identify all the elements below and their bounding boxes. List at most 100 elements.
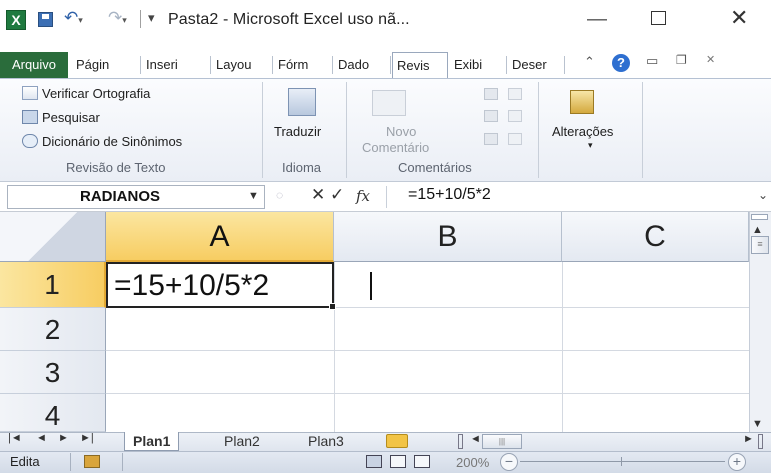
row-header-4[interactable]: 4 (0, 394, 106, 432)
scroll-right-icon[interactable]: ► (743, 433, 754, 445)
undo-icon[interactable]: ↶▾ (64, 8, 83, 28)
research-button[interactable]: Pesquisar (22, 110, 100, 125)
group-separator (642, 82, 643, 178)
spell-check-icon (22, 86, 38, 100)
maximize-button[interactable] (651, 11, 666, 25)
scroll-left-icon[interactable]: ◄ (470, 433, 481, 445)
save-icon[interactable] (38, 12, 53, 27)
name-box-dropdown-icon[interactable]: ▼ (248, 190, 259, 202)
tab-formulas[interactable]: Fórm (274, 52, 332, 78)
scroll-down-icon[interactable]: ▼ (752, 418, 763, 430)
row-header-2[interactable]: 2 (0, 308, 106, 351)
status-separator (122, 453, 123, 471)
translate-icon[interactable] (288, 88, 316, 116)
formula-bar-separator (386, 186, 387, 208)
column-header-c[interactable]: C (562, 212, 749, 262)
sheet-row (106, 351, 749, 394)
show-comment-icon (508, 88, 522, 100)
status-mode: Edita (10, 454, 40, 469)
column-gridline (334, 262, 335, 432)
tab-separator (332, 56, 333, 74)
minimize-ribbon-icon[interactable]: ⌃ (584, 54, 595, 70)
close-button[interactable]: ✕ (730, 5, 748, 31)
research-label: Pesquisar (42, 110, 100, 125)
row-header-1[interactable]: 1 (0, 262, 106, 308)
last-sheet-icon[interactable]: ►| (80, 432, 94, 444)
status-separator (70, 453, 71, 471)
tab-developer[interactable]: Deser (508, 52, 564, 78)
new-comment-icon (372, 90, 406, 116)
page-layout-view-icon[interactable] (390, 455, 406, 468)
next-sheet-icon[interactable]: ► (58, 432, 69, 444)
workbook-minimize-icon[interactable]: ▭ (646, 53, 658, 69)
thesaurus-icon (22, 134, 38, 148)
sheet-row (106, 308, 749, 351)
zoom-slider-thumb[interactable] (621, 457, 622, 466)
vertical-scroll-thumb[interactable]: ≡ (751, 236, 769, 254)
group-label-language: Idioma (282, 160, 322, 175)
customize-quick-access-icon[interactable]: ▾ (148, 10, 155, 26)
active-cell-a1[interactable]: =15+10/5*2 (106, 262, 334, 308)
tab-insert[interactable]: Inseri (142, 52, 210, 78)
normal-view-icon[interactable] (366, 455, 382, 468)
workbook-restore-icon[interactable]: ❐ (676, 53, 687, 67)
workbook-close-icon[interactable]: ✕ (706, 53, 715, 66)
quick-access-separator (140, 10, 141, 28)
sheet-tab-plan1[interactable]: Plan1 (124, 432, 180, 451)
tab-page[interactable]: Págin (72, 52, 140, 78)
select-all-corner[interactable] (0, 212, 106, 262)
protect-changes-icon[interactable] (570, 90, 594, 114)
horizontal-scroll-thumb[interactable]: ||| (482, 434, 522, 449)
sheet-tab-plan2[interactable]: Plan2 (224, 432, 260, 451)
row-header-3[interactable]: 3 (0, 351, 106, 394)
tab-split-handle[interactable] (458, 434, 463, 449)
tab-separator (210, 56, 211, 74)
sheet-row (106, 394, 749, 432)
column-header-a[interactable]: A (106, 212, 334, 262)
window-title: Pasta2 - Microsoft Excel uso nã... (168, 11, 410, 28)
column-header-b[interactable]: B (334, 212, 562, 262)
new-comment-label-2: Comentário (362, 140, 430, 155)
formula-bar-grip-icon[interactable]: ◌ (276, 188, 283, 202)
help-icon[interactable]: ? (612, 54, 630, 72)
changes-dropdown-icon[interactable]: ▾ (588, 140, 593, 151)
spell-check-button[interactable]: Verificar Ortografia (22, 86, 150, 101)
tab-review[interactable]: Revis (392, 52, 448, 79)
insert-sheet-icon[interactable] (386, 434, 408, 448)
macro-record-icon[interactable] (84, 455, 100, 468)
group-separator (346, 82, 347, 178)
page-break-view-icon[interactable] (414, 455, 430, 468)
redo-icon[interactable]: ↷▾ (108, 8, 127, 28)
formula-input[interactable]: =15+10/5*2 (408, 186, 491, 204)
tab-data[interactable]: Dado (334, 52, 390, 78)
changes-button[interactable]: Alterações (552, 124, 613, 139)
delete-comment-icon (484, 88, 498, 100)
zoom-slider[interactable] (520, 461, 725, 462)
next-comment-icon (484, 133, 498, 145)
translate-button[interactable]: Traduzir (274, 124, 321, 139)
horizontal-split-box[interactable] (758, 434, 763, 449)
confirm-entry-icon[interactable]: ✓ (330, 185, 344, 205)
tab-separator (390, 56, 391, 74)
tab-arquivo[interactable]: Arquivo (0, 52, 68, 78)
tab-layout[interactable]: Layou (212, 52, 272, 78)
sheet-tab-plan3[interactable]: Plan3 (308, 432, 344, 451)
tab-view[interactable]: Exibi (450, 52, 506, 78)
minimize-button[interactable]: — (587, 8, 607, 31)
zoom-level[interactable]: 200% (456, 455, 489, 470)
previous-sheet-icon[interactable]: ◄ (36, 432, 47, 444)
zoom-in-icon[interactable]: + (728, 453, 746, 471)
name-box[interactable]: RADIANOS (7, 185, 265, 209)
zoom-out-icon[interactable]: − (500, 453, 518, 471)
scroll-up-icon[interactable]: ▲ (752, 224, 763, 236)
spell-check-label: Verificar Ortografia (42, 86, 151, 101)
fill-handle[interactable] (329, 303, 336, 310)
split-box[interactable] (751, 214, 768, 220)
tab-separator (506, 56, 507, 74)
excel-logo-icon[interactable]: X (6, 10, 26, 30)
first-sheet-icon[interactable]: |◄ (8, 432, 22, 444)
insert-function-icon[interactable]: fx (356, 187, 370, 205)
cancel-entry-icon[interactable]: ✕ (311, 185, 325, 205)
expand-formula-bar-icon[interactable]: ⌄ (758, 188, 768, 202)
thesaurus-button[interactable]: Dicionário de Sinônimos (22, 134, 182, 149)
